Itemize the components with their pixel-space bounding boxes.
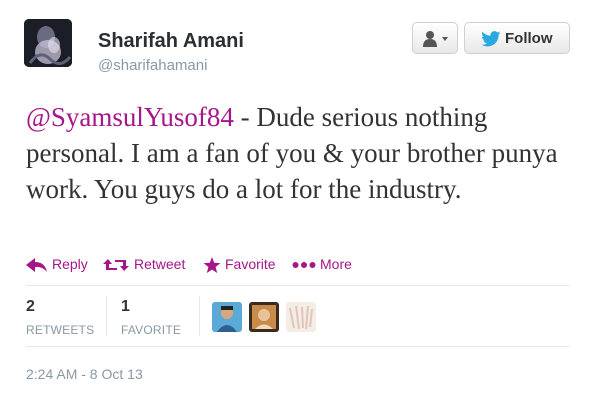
author-name[interactable]: Sharifah Amani <box>98 30 244 53</box>
user-photo <box>286 302 316 332</box>
retweets-label: RETWEETS <box>26 323 95 337</box>
reply-label: Reply <box>52 256 88 272</box>
user-dropdown-icon <box>423 31 448 47</box>
twitter-bird-icon <box>481 31 501 47</box>
follow-button-label: Follow <box>505 30 553 47</box>
stat-divider <box>106 296 107 336</box>
author-handle[interactable]: @sharifahamani <box>98 57 207 74</box>
avatar-image <box>24 19 72 67</box>
favorite-label: Favorite <box>225 256 276 272</box>
user-photo <box>212 302 242 332</box>
retweeter-avatar[interactable] <box>212 302 242 332</box>
mention-link[interactable]: @SyamsulYusof84 <box>26 102 234 132</box>
user-actions-dropdown-button[interactable] <box>412 22 458 54</box>
tweet-timestamp[interactable]: 2:24 AM - 8 Oct 13 <box>26 366 143 382</box>
retweets-stat[interactable]: 2 RETWEETS <box>26 298 94 337</box>
retweets-count: 2 <box>26 298 35 315</box>
favorites-stat[interactable]: 1 FAVORITE <box>121 298 181 337</box>
retweeter-avatar[interactable] <box>249 302 279 332</box>
more-label: More <box>320 256 352 272</box>
user-photo <box>249 302 279 332</box>
author-avatar[interactable] <box>24 19 72 67</box>
divider <box>26 285 570 286</box>
retweet-icon <box>103 259 129 271</box>
divider <box>26 346 570 347</box>
stat-divider <box>199 296 200 336</box>
favoriter-avatar[interactable] <box>286 302 316 332</box>
retweet-label: Retweet <box>134 256 186 272</box>
more-dots-icon <box>292 262 316 268</box>
star-icon <box>203 257 221 273</box>
reply-icon <box>26 258 47 272</box>
favorites-label: FAVORITE <box>121 323 182 337</box>
tweet-text: @SyamsulYusof84 - Dude serious nothing p… <box>26 99 566 207</box>
follow-button[interactable]: Follow <box>464 22 570 54</box>
favorites-count: 1 <box>121 298 130 315</box>
